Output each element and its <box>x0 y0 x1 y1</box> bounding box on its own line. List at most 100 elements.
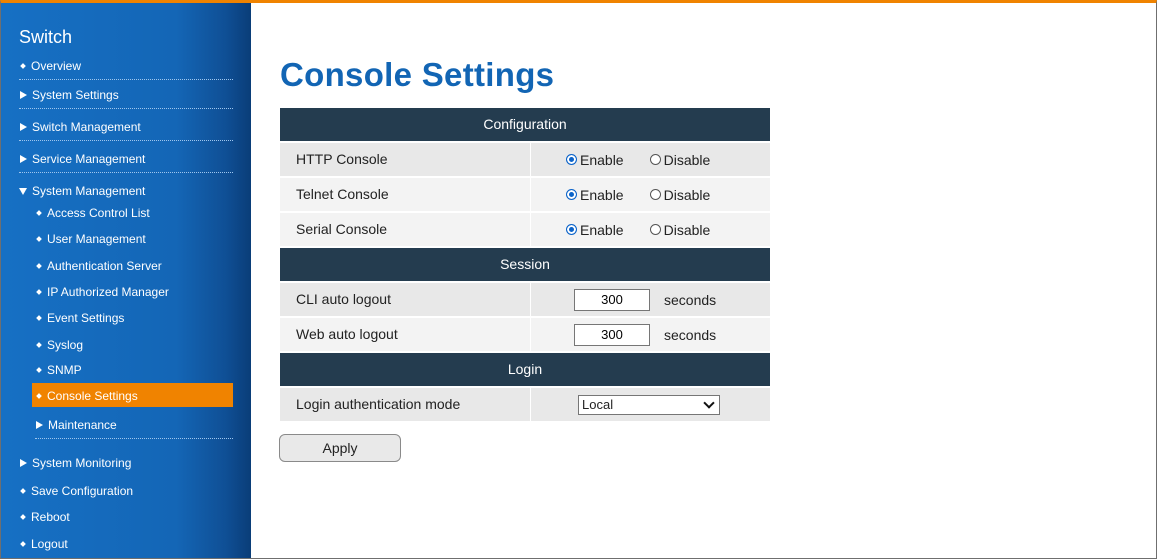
nav-system-monitoring-label: System Monitoring <box>32 456 132 470</box>
telnet-console-disable-radio[interactable]: Disable <box>649 186 711 203</box>
disable-label: Disable <box>663 151 711 168</box>
bullet-icon <box>20 514 26 520</box>
nav-switch-management[interactable]: Switch Management <box>19 120 233 141</box>
nav-maintenance-label: Maintenance <box>48 418 117 432</box>
table-row-cli-logout: CLI auto logout seconds <box>280 283 770 316</box>
http-console-disable-radio[interactable]: Disable <box>649 151 711 168</box>
web-auto-logout-input[interactable] <box>574 323 650 346</box>
serial-console-label: Serial Console <box>280 213 531 246</box>
table-row-web-logout: Web auto logout seconds <box>280 318 770 351</box>
bullet-icon <box>20 488 26 494</box>
nav-system-monitoring[interactable]: System Monitoring <box>19 456 233 470</box>
radio-checked-icon <box>566 189 577 200</box>
web-logout-value: seconds <box>531 318 770 351</box>
enable-label: Enable <box>580 186 624 203</box>
nav-event-settings-label: Event Settings <box>47 311 125 325</box>
radio-checked-icon <box>566 224 577 235</box>
nav-ip-authorized-label: IP Authorized Manager <box>47 285 169 299</box>
nav-save-configuration[interactable]: Save Configuration <box>19 484 233 498</box>
bullet-icon <box>36 210 42 216</box>
nav-maintenance[interactable]: Maintenance <box>35 418 233 439</box>
serial-console-options: Enable Disable <box>531 213 770 246</box>
http-console-options: Enable Disable <box>531 143 770 176</box>
nav-overview[interactable]: Overview <box>19 59 233 80</box>
nav-acl-label: Access Control List <box>47 206 150 220</box>
configuration-header: Configuration <box>280 108 770 141</box>
nav-console-settings-label: Console Settings <box>47 389 138 403</box>
nav-snmp[interactable]: SNMP <box>35 363 233 377</box>
table-row-http-console: HTTP Console Enable Disable <box>280 143 770 176</box>
bullet-icon <box>36 393 42 399</box>
radio-unchecked-icon <box>649 154 661 165</box>
bullet-icon <box>20 63 26 69</box>
nav-ip-authorized-manager[interactable]: IP Authorized Manager <box>35 285 233 299</box>
telnet-console-enable-radio[interactable]: Enable <box>566 187 624 203</box>
page-title: Console Settings <box>280 56 555 93</box>
table-row-login-mode: Login authentication mode Local <box>280 388 770 421</box>
bullet-icon <box>36 315 42 321</box>
nav-overview-label: Overview <box>31 59 82 73</box>
nav-user-management-label: User Management <box>47 232 146 246</box>
cli-logout-value: seconds <box>531 283 770 316</box>
triangle-right-icon <box>36 421 43 429</box>
bullet-icon <box>36 289 42 295</box>
telnet-console-options: Enable Disable <box>531 178 770 211</box>
nav-authentication-server[interactable]: Authentication Server <box>35 259 233 273</box>
nav-auth-server-label: Authentication Server <box>47 259 162 273</box>
sidebar: Switch Overview System Settings Switch M… <box>1 3 251 558</box>
nav-console-settings[interactable]: Console Settings <box>35 389 233 403</box>
cli-auto-logout-input[interactable] <box>574 288 650 311</box>
disable-label: Disable <box>663 186 711 203</box>
table-row-telnet-console: Telnet Console Enable Disable <box>280 178 770 211</box>
nav-reboot-label: Reboot <box>31 510 70 524</box>
chevron-down-icon <box>703 396 715 409</box>
nav-system-settings-label: System Settings <box>32 88 119 102</box>
radio-unchecked-icon <box>649 189 661 200</box>
nav-access-control-list[interactable]: Access Control List <box>35 206 233 220</box>
enable-label: Enable <box>580 151 624 168</box>
nav-event-settings[interactable]: Event Settings <box>35 311 233 325</box>
telnet-console-label: Telnet Console <box>280 178 531 211</box>
triangle-down-icon <box>19 187 27 195</box>
enable-label: Enable <box>580 221 624 238</box>
cli-logout-label: CLI auto logout <box>280 283 531 316</box>
web-logout-label: Web auto logout <box>280 318 531 351</box>
nav-service-management[interactable]: Service Management <box>19 152 233 173</box>
bullet-icon <box>36 263 42 269</box>
session-header: Session <box>280 248 770 281</box>
serial-console-enable-radio[interactable]: Enable <box>566 222 624 238</box>
serial-console-disable-radio[interactable]: Disable <box>649 222 710 238</box>
web-seconds-unit: seconds <box>664 326 717 343</box>
nav-user-management[interactable]: User Management <box>35 232 233 246</box>
login-header: Login <box>280 353 770 386</box>
login-mode-selected: Local <box>582 397 614 412</box>
nav-reboot[interactable]: Reboot <box>19 510 233 524</box>
settings-table: Configuration HTTP Console Enable Disabl… <box>280 108 770 423</box>
bullet-icon <box>36 236 42 242</box>
http-console-enable-radio[interactable]: Enable <box>566 152 624 168</box>
login-mode-select[interactable]: Local <box>578 394 720 415</box>
bullet-icon <box>20 541 26 547</box>
login-mode-value: Local <box>531 388 770 421</box>
http-console-label: HTTP Console <box>280 143 531 176</box>
apply-button[interactable]: Apply <box>279 434 401 462</box>
triangle-right-icon <box>20 155 27 163</box>
nav-system-management-label: System Management <box>32 184 146 198</box>
nav-logout-label: Logout <box>31 537 68 551</box>
triangle-right-icon <box>20 123 27 131</box>
nav-snmp-label: SNMP <box>47 363 82 377</box>
nav-save-configuration-label: Save Configuration <box>31 484 134 498</box>
bullet-icon <box>36 342 42 348</box>
triangle-right-icon <box>20 91 27 99</box>
nav-service-management-label: Service Management <box>32 152 146 166</box>
nav-system-settings[interactable]: System Settings <box>19 88 233 109</box>
login-mode-label: Login authentication mode <box>280 388 531 421</box>
brand-title: Switch <box>19 27 73 47</box>
bullet-icon <box>36 367 42 373</box>
nav-system-management[interactable]: System Management <box>19 184 233 198</box>
radio-unchecked-icon <box>649 224 661 235</box>
nav-logout[interactable]: Logout <box>19 537 233 551</box>
nav-syslog-label: Syslog <box>47 338 84 352</box>
nav-syslog[interactable]: Syslog <box>35 338 233 352</box>
cli-seconds-unit: seconds <box>664 291 717 308</box>
